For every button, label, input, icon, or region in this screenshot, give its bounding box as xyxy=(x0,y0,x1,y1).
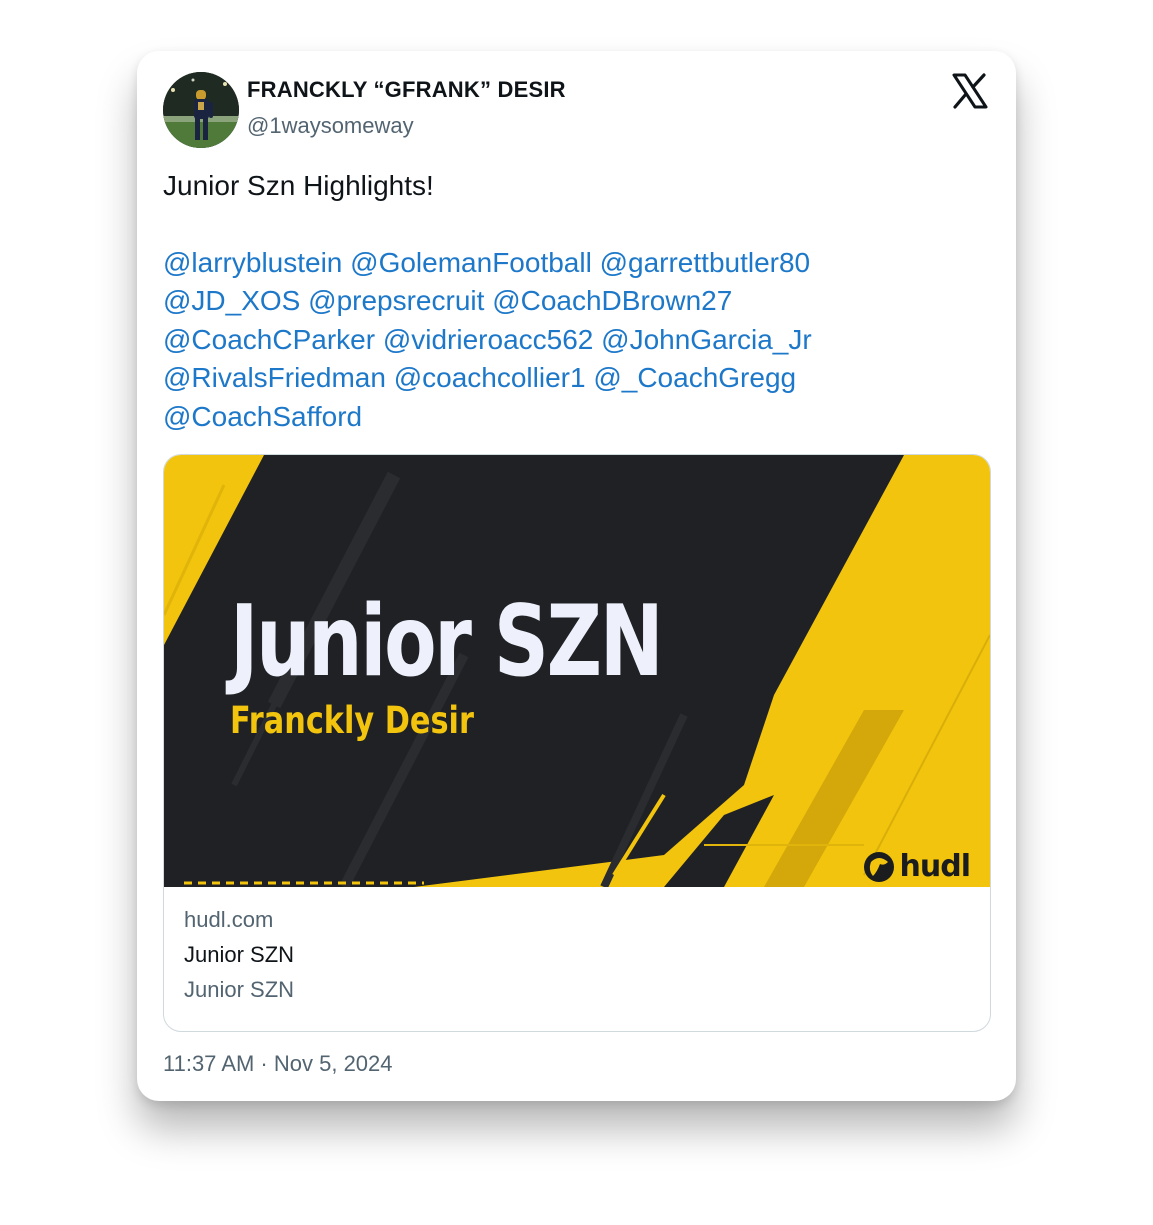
avatar[interactable] xyxy=(163,72,239,148)
tweet-text: Junior Szn Highlights! @larryblustein @G… xyxy=(163,167,993,436)
link-description: Junior SZN xyxy=(184,977,295,1002)
mention-link[interactable]: @JohnGarcia_Jr xyxy=(601,324,812,355)
tweet-timestamp[interactable]: 11:37 AM · Nov 5, 2024 xyxy=(163,1051,393,1077)
mention-link[interactable]: @CoachSafford xyxy=(163,401,362,432)
mention-link[interactable]: @larryblustein xyxy=(163,247,342,278)
mention-list: @larryblustein @GolemanFootball @garrett… xyxy=(163,244,993,437)
mention-link[interactable]: @_CoachGregg xyxy=(593,362,796,393)
mention-link[interactable]: @CoachDBrown27 xyxy=(492,285,732,316)
x-logo-icon[interactable] xyxy=(952,73,988,109)
mention-link[interactable]: @GolemanFootball xyxy=(350,247,592,278)
hudl-logo: hudl xyxy=(862,849,971,884)
tweet-headline: Junior Szn Highlights! xyxy=(163,170,434,201)
banner-subtitle: Franckly Desir xyxy=(230,699,474,742)
author-handle[interactable]: @1waysomeway xyxy=(247,113,414,139)
tweet-card: FRANCKLY “GFRANK” DESIR @1waysomeway Jun… xyxy=(137,51,1016,1101)
link-preview-meta: hudl.com Junior SZN Junior SZN xyxy=(184,907,294,1012)
mention-link[interactable]: @vidrieroacc562 xyxy=(383,324,594,355)
link-title[interactable]: Junior SZN xyxy=(184,942,294,977)
mention-link[interactable]: @CoachCParker xyxy=(163,324,375,355)
hudl-wordmark: hudl xyxy=(899,849,971,884)
link-preview-card[interactable]: Junior SZN Franckly Desir hudl hudl.com … xyxy=(163,454,991,1032)
author-display-name[interactable]: FRANCKLY “GFRANK” DESIR xyxy=(247,77,566,103)
banner-title: Junior SZN xyxy=(230,585,664,699)
mention-link[interactable]: @prepsrecruit xyxy=(308,285,484,316)
mention-link[interactable]: @RivalsFriedman xyxy=(163,362,386,393)
link-domain[interactable]: hudl.com xyxy=(184,907,294,942)
hudl-mark-icon xyxy=(863,851,894,882)
mention-link[interactable]: @coachcollier1 xyxy=(394,362,586,393)
link-preview-image[interactable]: Junior SZN Franckly Desir hudl xyxy=(164,455,990,887)
mention-link[interactable]: @JD_XOS xyxy=(163,285,300,316)
mention-link[interactable]: @garrettbutler80 xyxy=(600,247,811,278)
